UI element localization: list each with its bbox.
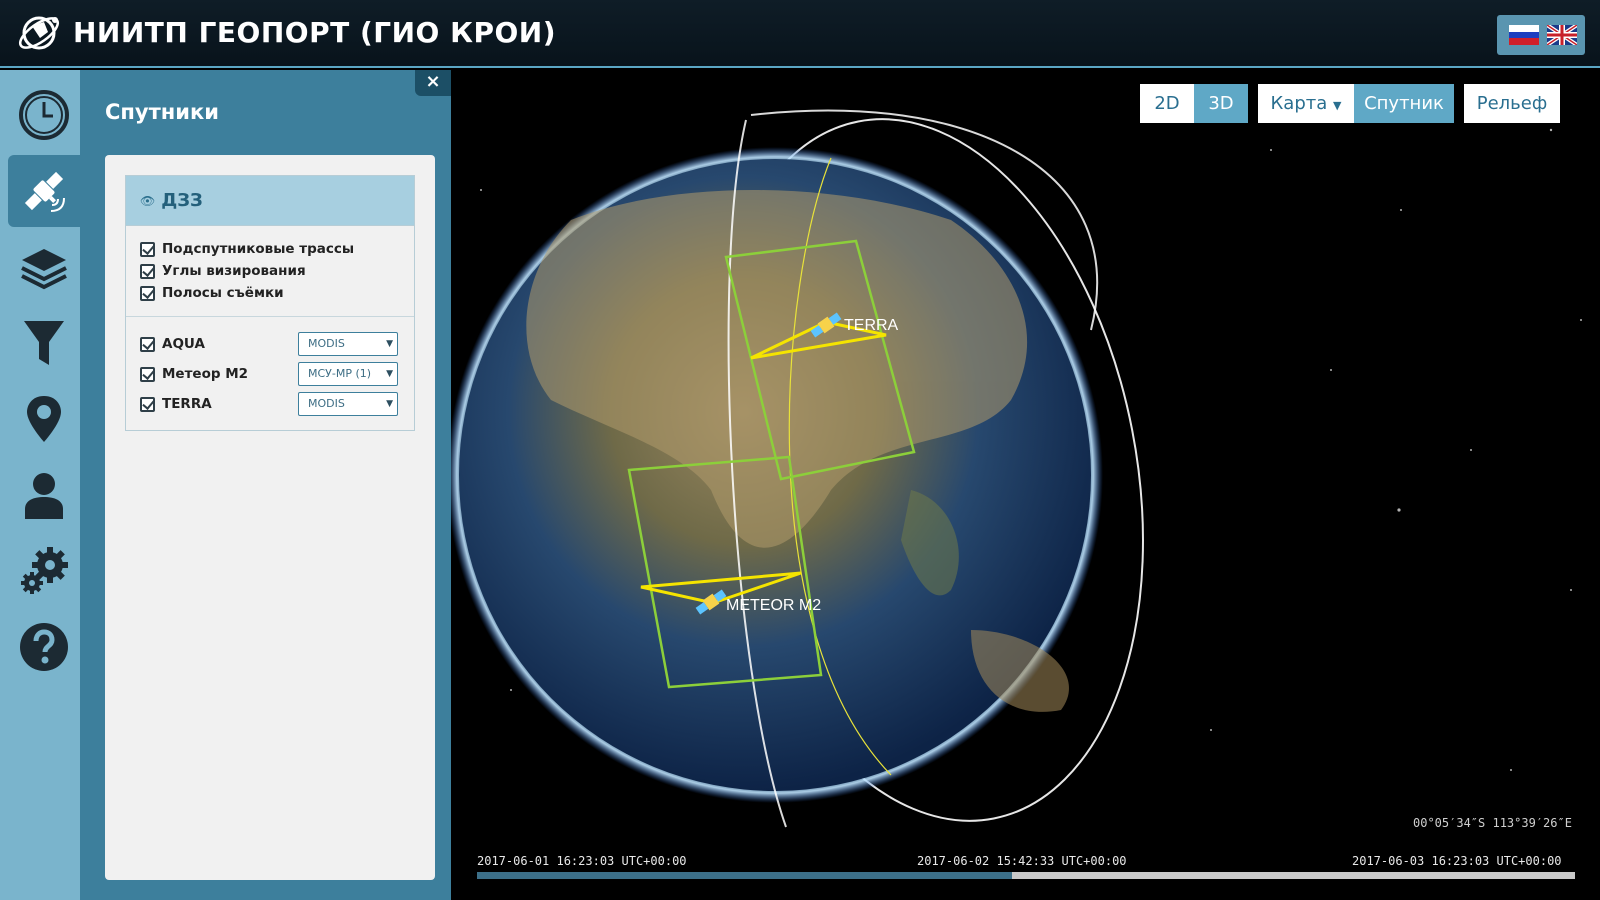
checkbox[interactable] [140, 263, 155, 279]
satellite-icon [24, 171, 65, 212]
globe-viewer[interactable]: TERRA METEOR M2 2D 3D Карта ▼ Спутник Ре… [451, 70, 1600, 900]
checkbox[interactable] [140, 396, 155, 412]
nav-satellites[interactable] [8, 155, 80, 227]
user-icon [25, 473, 63, 519]
app-title: НИИТП ГЕОПОРТ (ГИО КРОИ) [73, 16, 557, 49]
select-value: MODIS [308, 337, 345, 350]
map-layer-label: Карта [1270, 93, 1328, 114]
satellite-layer-button[interactable]: Спутник [1354, 84, 1454, 123]
option-view-angles[interactable]: Углы визирования [140, 260, 306, 282]
group-title: ДЗЗ [161, 190, 203, 211]
close-panel-button[interactable]: × [415, 70, 451, 96]
nav-time[interactable] [8, 79, 80, 151]
gears-icon [21, 547, 68, 594]
uk-flag-icon[interactable] [1547, 25, 1577, 45]
nav-layers[interactable] [8, 231, 80, 303]
timeline-start: 2017-06-01 16:23:03 UTC+00:00 [477, 854, 687, 868]
globe-scene[interactable]: TERRA METEOR M2 [451, 70, 1600, 900]
main-navigation [0, 70, 80, 900]
option-ground-tracks[interactable]: Подспутниковые трассы [140, 238, 354, 260]
satellite-label: AQUA [162, 336, 205, 352]
timeline-slider[interactable] [477, 872, 1575, 879]
dropdown-arrow-icon: ▼ [386, 399, 393, 409]
select-value: MODIS [308, 397, 345, 410]
meteor-label: METEOR M2 [726, 597, 821, 614]
option-label: Подспутниковые трассы [162, 241, 355, 257]
nav-places[interactable] [8, 383, 80, 455]
view-2d-button[interactable]: 2D [1140, 84, 1194, 123]
language-switcher[interactable] [1497, 15, 1585, 55]
view-3d-button[interactable]: 3D [1194, 84, 1248, 123]
cursor-coordinates: 00°05′34″S 113°39′26″E [1413, 816, 1572, 830]
divider [126, 316, 414, 317]
checkbox[interactable] [140, 336, 155, 352]
filter-icon [24, 321, 64, 365]
ru-flag-icon[interactable] [1509, 25, 1539, 45]
terra-label: TERRA [844, 317, 899, 334]
nav-settings[interactable] [8, 535, 80, 607]
dzz-group: 👁 ДЗЗ Подспутниковые трассы Углы визиров… [125, 175, 415, 431]
satellite-label: TERRA [162, 396, 212, 412]
satellite-meteor-m2[interactable]: Метеор М2 [140, 363, 248, 385]
group-header[interactable]: 👁 ДЗЗ [126, 176, 414, 226]
select-value: МСУ-МР (1) [308, 367, 372, 380]
instrument-select-aqua[interactable]: MODIS ▼ [298, 332, 398, 356]
instrument-select-terra[interactable]: MODIS ▼ [298, 392, 398, 416]
nav-help[interactable] [8, 611, 80, 683]
clock-icon [19, 90, 69, 140]
satellite-label: Метеор М2 [162, 366, 249, 382]
option-swaths[interactable]: Полосы съёмки [140, 282, 284, 304]
option-label: Углы визирования [162, 263, 306, 279]
panel-content: 👁 ДЗЗ Подспутниковые трассы Углы визиров… [105, 155, 435, 880]
dropdown-arrow-icon: ▼ [386, 339, 393, 349]
eye-icon[interactable]: 👁 [140, 194, 155, 208]
timeline-end: 2017-06-03 16:23:03 UTC+00:00 [1352, 854, 1562, 868]
layers-icon [21, 249, 67, 290]
help-icon [20, 623, 68, 671]
map-pin-icon [27, 396, 61, 442]
satellite-aqua[interactable]: AQUA [140, 333, 205, 355]
dropdown-arrow-icon: ▼ [386, 369, 393, 379]
caret-down-icon: ▼ [1333, 99, 1342, 112]
panel-title: Спутники [105, 100, 219, 124]
satellite-terra[interactable]: TERRA [140, 393, 212, 415]
map-layer-dropdown[interactable]: Карта ▼ [1258, 84, 1354, 123]
checkbox[interactable] [140, 366, 155, 382]
nav-filter[interactable] [8, 307, 80, 379]
relief-button[interactable]: Рельеф [1464, 84, 1560, 123]
checkbox[interactable] [140, 241, 155, 257]
timeline-current: 2017-06-02 15:42:33 UTC+00:00 [917, 854, 1127, 868]
instrument-select-meteor[interactable]: МСУ-МР (1) ▼ [298, 362, 398, 386]
geoport-logo [19, 16, 59, 50]
checkbox[interactable] [140, 285, 155, 301]
nav-profile[interactable] [8, 459, 80, 531]
timeline-progress [477, 872, 1012, 879]
option-label: Полосы съёмки [162, 285, 284, 301]
app-header: НИИТП ГЕОПОРТ (ГИО КРОИ) [0, 0, 1600, 68]
